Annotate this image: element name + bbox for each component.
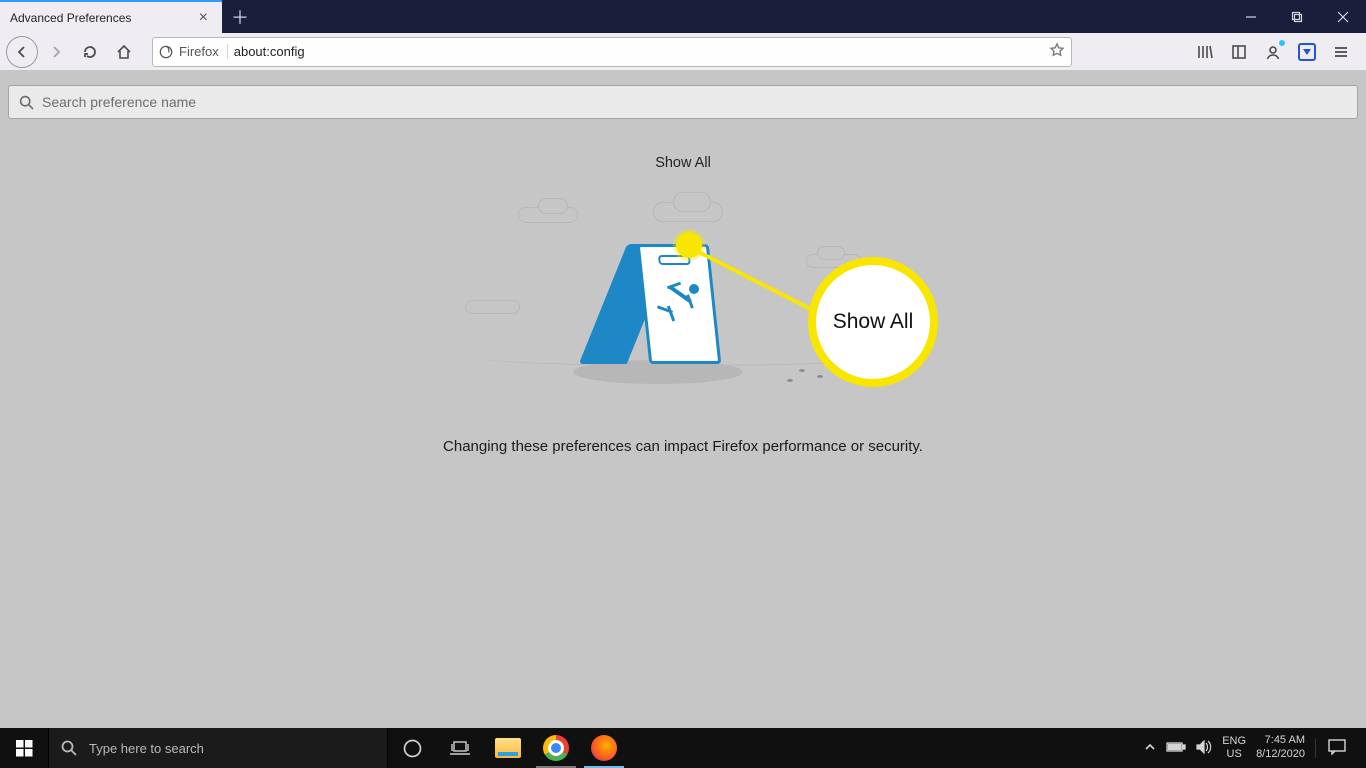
window-close-button[interactable] bbox=[1320, 0, 1366, 33]
show-all-link[interactable]: Show All bbox=[655, 155, 711, 171]
caution-illustration bbox=[543, 202, 823, 392]
clock[interactable]: 7:45 AM 8/12/2020 bbox=[1256, 734, 1305, 762]
identity-box[interactable]: Firefox bbox=[159, 44, 228, 59]
volume-icon[interactable] bbox=[1196, 740, 1212, 757]
tray-overflow-icon[interactable] bbox=[1144, 741, 1156, 756]
search-icon bbox=[61, 740, 77, 756]
cortana-icon[interactable] bbox=[388, 728, 436, 768]
reload-button[interactable] bbox=[74, 36, 106, 68]
tab-close-icon[interactable]: × bbox=[195, 8, 212, 28]
taskbar-search-placeholder: Type here to search bbox=[89, 741, 204, 756]
firefox-icon bbox=[159, 45, 173, 59]
url-text: about:config bbox=[234, 44, 1043, 59]
warning-text: Changing these preferences can impact Fi… bbox=[8, 438, 1358, 455]
action-center-icon[interactable] bbox=[1315, 739, 1358, 758]
system-tray: ENG US 7:45 AM 8/12/2020 bbox=[1136, 728, 1366, 768]
language-indicator[interactable]: ENG US bbox=[1222, 735, 1246, 761]
start-button[interactable] bbox=[0, 728, 48, 768]
page-content: Show All Changing these preferences can … bbox=[0, 71, 1366, 728]
nav-toolbar: Firefox about:config bbox=[0, 33, 1366, 71]
file-explorer-app[interactable] bbox=[484, 728, 532, 768]
pref-search-input[interactable] bbox=[42, 94, 1347, 110]
clock-date: 8/12/2020 bbox=[1256, 748, 1305, 762]
sidebar-icon[interactable] bbox=[1224, 37, 1254, 67]
pref-search-row bbox=[8, 85, 1358, 119]
back-button[interactable] bbox=[6, 36, 38, 68]
bookmark-star-icon[interactable] bbox=[1049, 42, 1065, 61]
lang-line2: US bbox=[1222, 748, 1246, 761]
address-bar[interactable]: Firefox about:config bbox=[152, 37, 1072, 67]
home-button[interactable] bbox=[108, 36, 140, 68]
annotation-label: Show All bbox=[833, 310, 914, 334]
search-icon bbox=[19, 95, 34, 110]
annotation-callout: Show All bbox=[808, 257, 938, 387]
firefox-app[interactable] bbox=[580, 728, 628, 768]
app-menu-icon[interactable] bbox=[1326, 37, 1356, 67]
forward-button[interactable] bbox=[40, 36, 72, 68]
annotation-dot bbox=[676, 232, 702, 258]
window-maximize-button[interactable] bbox=[1274, 0, 1320, 33]
tab-title: Advanced Preferences bbox=[10, 11, 131, 25]
battery-icon[interactable] bbox=[1166, 741, 1186, 756]
chrome-app[interactable] bbox=[532, 728, 580, 768]
downloads-icon[interactable] bbox=[1292, 37, 1322, 67]
library-icon[interactable] bbox=[1190, 37, 1220, 67]
clock-time: 7:45 AM bbox=[1256, 734, 1305, 748]
lang-line1: ENG bbox=[1222, 735, 1246, 748]
new-tab-button[interactable]: ＋ bbox=[222, 0, 258, 33]
taskbar-search[interactable]: Type here to search bbox=[48, 728, 388, 768]
identity-label: Firefox bbox=[179, 44, 219, 59]
tab-strip: Advanced Preferences × ＋ bbox=[0, 0, 1366, 33]
toolbar-right bbox=[1190, 37, 1356, 67]
browser-tab[interactable]: Advanced Preferences × bbox=[0, 0, 222, 33]
window-controls bbox=[1228, 0, 1366, 33]
account-icon[interactable] bbox=[1258, 37, 1288, 67]
window-minimize-button[interactable] bbox=[1228, 0, 1274, 33]
windows-taskbar: Type here to search ENG US 7:45 AM 8/12/… bbox=[0, 728, 1366, 768]
task-view-icon[interactable] bbox=[436, 728, 484, 768]
